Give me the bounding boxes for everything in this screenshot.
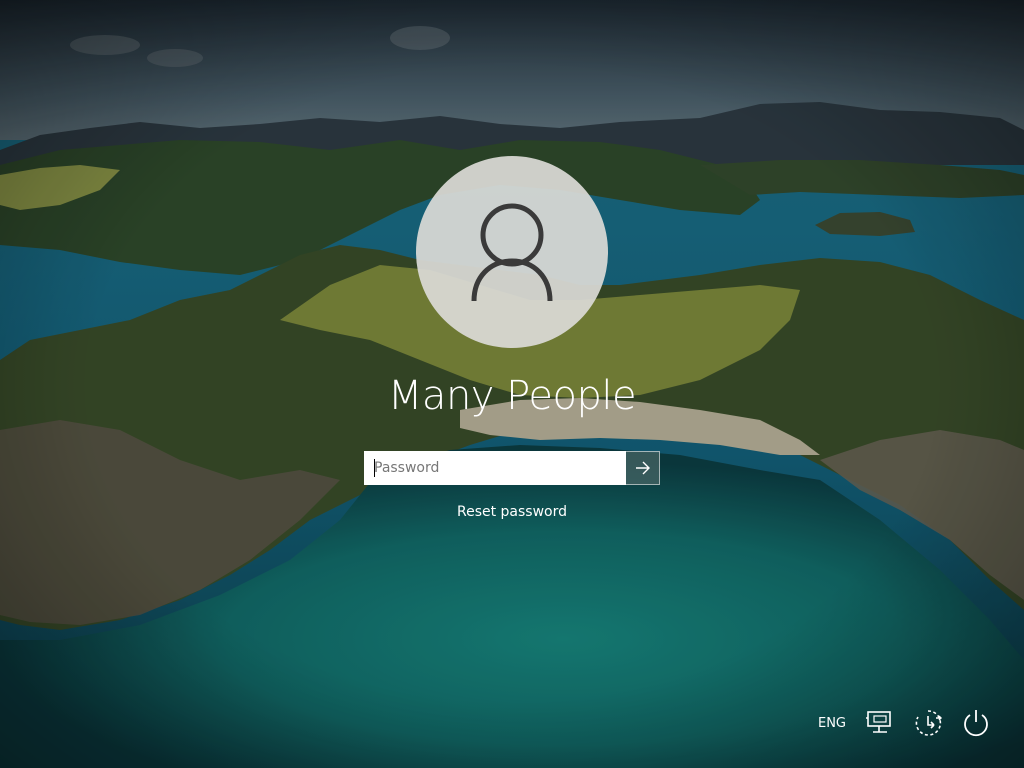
password-field[interactable] (364, 451, 626, 485)
user-avatar (416, 156, 608, 348)
lock-screen-tray: ENG (818, 700, 1024, 746)
ease-of-access-button[interactable] (912, 707, 944, 739)
reset-password-row: Reset password (0, 503, 1024, 521)
password-row (364, 451, 660, 485)
language-button[interactable]: ENG (818, 716, 846, 731)
reset-password-link[interactable]: Reset password (457, 504, 567, 520)
power-icon (964, 710, 988, 737)
ease-of-access-icon (915, 710, 942, 736)
user-silhouette-icon (471, 203, 553, 302)
network-icon (866, 711, 891, 733)
arrow-right-icon (635, 461, 650, 475)
lock-screen: Many People Reset password ENG (0, 0, 1024, 768)
text-caret (374, 459, 375, 477)
user-display-name: Many People (387, 373, 637, 419)
network-button[interactable] (864, 707, 896, 739)
power-button[interactable] (960, 707, 992, 739)
submit-button[interactable] (626, 451, 660, 485)
